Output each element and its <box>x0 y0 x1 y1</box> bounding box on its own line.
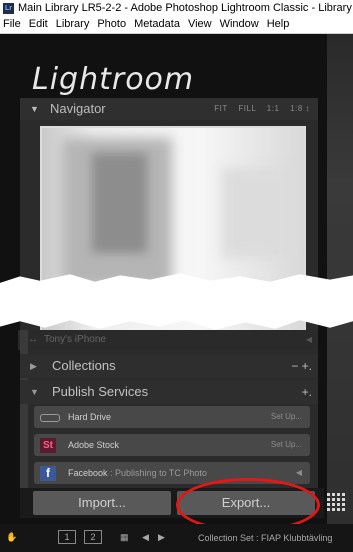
collections-label: Collections <box>52 358 116 373</box>
window-title: Main Library LR5-2-2 - Adobe Photoshop L… <box>18 2 352 14</box>
navigator-zoom-options: FIT FILL 1:1 1:8 ↕ <box>206 98 310 120</box>
collapse-triangle-icon[interactable]: ▼ <box>30 98 39 120</box>
tonys-iphone-label: Tony's iPhone <box>44 334 106 345</box>
menu-photo[interactable]: Photo <box>97 16 126 33</box>
back-arrow-icon[interactable]: ◀ <box>142 532 149 543</box>
hard-drive-icon <box>40 414 60 422</box>
adobe-stock-icon: St <box>40 438 56 453</box>
service-name: Hard Drive <box>68 412 112 422</box>
filmstrip-bar: ✋ 1 2 ▦ ◀ ▶ Collection Set : FIAP Klubbt… <box>0 524 353 552</box>
setup-link[interactable]: Set Up... <box>271 434 302 456</box>
menu-view[interactable]: View <box>188 16 212 33</box>
setup-link[interactable]: Set Up... <box>271 406 302 428</box>
title-bar: Lr Main Library LR5-2-2 - Adobe Photosho… <box>0 0 353 16</box>
menu-library[interactable]: Library <box>56 16 90 33</box>
service-name: Facebook : Publishing to TC Photo <box>68 462 207 484</box>
zoom-1-8[interactable]: 1:8 ↕ <box>290 104 310 113</box>
facebook-label: Facebook <box>68 468 108 478</box>
navigator-header[interactable]: ▼ Navigator FIT FILL 1:1 1:8 ↕ <box>20 98 318 120</box>
facebook-subtitle: : Publishing to TC Photo <box>110 468 207 478</box>
publish-services-header[interactable]: ▼ Publish Services +. <box>20 380 318 404</box>
zoom-1-1[interactable]: 1:1 <box>267 104 280 113</box>
filmstrip-source: Collection Set : FIAP Klubbtävling <box>198 533 333 543</box>
collections-controls[interactable]: − +. <box>291 354 312 378</box>
publish-services-label: Publish Services <box>52 384 149 399</box>
grid-view-icon[interactable] <box>327 493 347 511</box>
page-2-button[interactable]: 2 <box>84 530 102 544</box>
collapse-triangle-icon[interactable]: ▼ <box>30 380 39 404</box>
add-publish-service-button[interactable]: +. <box>302 380 312 404</box>
navigator-label: Navigator <box>50 101 106 116</box>
facebook-icon: f <box>40 466 56 481</box>
torn-paper-overlay <box>0 273 353 330</box>
lightroom-app-icon: Lr <box>3 2 14 14</box>
page-1-button[interactable]: 1 <box>58 530 76 544</box>
import-button[interactable]: Import... <box>33 491 171 515</box>
expand-triangle-icon[interactable]: ▶ <box>30 354 37 378</box>
service-name: Adobe Stock <box>68 440 120 450</box>
menu-file[interactable]: File <box>3 16 21 33</box>
menu-edit[interactable]: Edit <box>29 16 48 33</box>
collections-header[interactable]: ▶ Collections − +. <box>20 354 318 378</box>
menu-metadata[interactable]: Metadata <box>134 16 180 33</box>
arrow-icon: ↔ <box>28 334 38 345</box>
service-hard-drive[interactable]: Hard Drive Set Up... <box>34 406 310 428</box>
menu-help[interactable]: Help <box>267 16 290 33</box>
menu-window[interactable]: Window <box>220 16 259 33</box>
hand-icon[interactable]: ✋ <box>6 532 17 543</box>
lightroom-logo: Lightroom <box>32 62 195 97</box>
service-adobe-stock[interactable]: St Adobe Stock Set Up... <box>34 434 310 456</box>
forward-arrow-icon[interactable]: ▶ <box>158 532 165 543</box>
collapse-icon[interactable]: ◀ <box>296 462 302 484</box>
collapse-icon: ◀ <box>305 335 312 344</box>
tonys-iphone-row[interactable]: ↔ Tony's iPhone ◀ <box>18 330 318 350</box>
menu-bar: File Edit Library Photo Metadata View Wi… <box>0 16 353 34</box>
zoom-fit[interactable]: FIT <box>214 104 227 113</box>
grid-icon[interactable]: ▦ <box>120 532 129 543</box>
zoom-fill[interactable]: FILL <box>238 104 256 113</box>
